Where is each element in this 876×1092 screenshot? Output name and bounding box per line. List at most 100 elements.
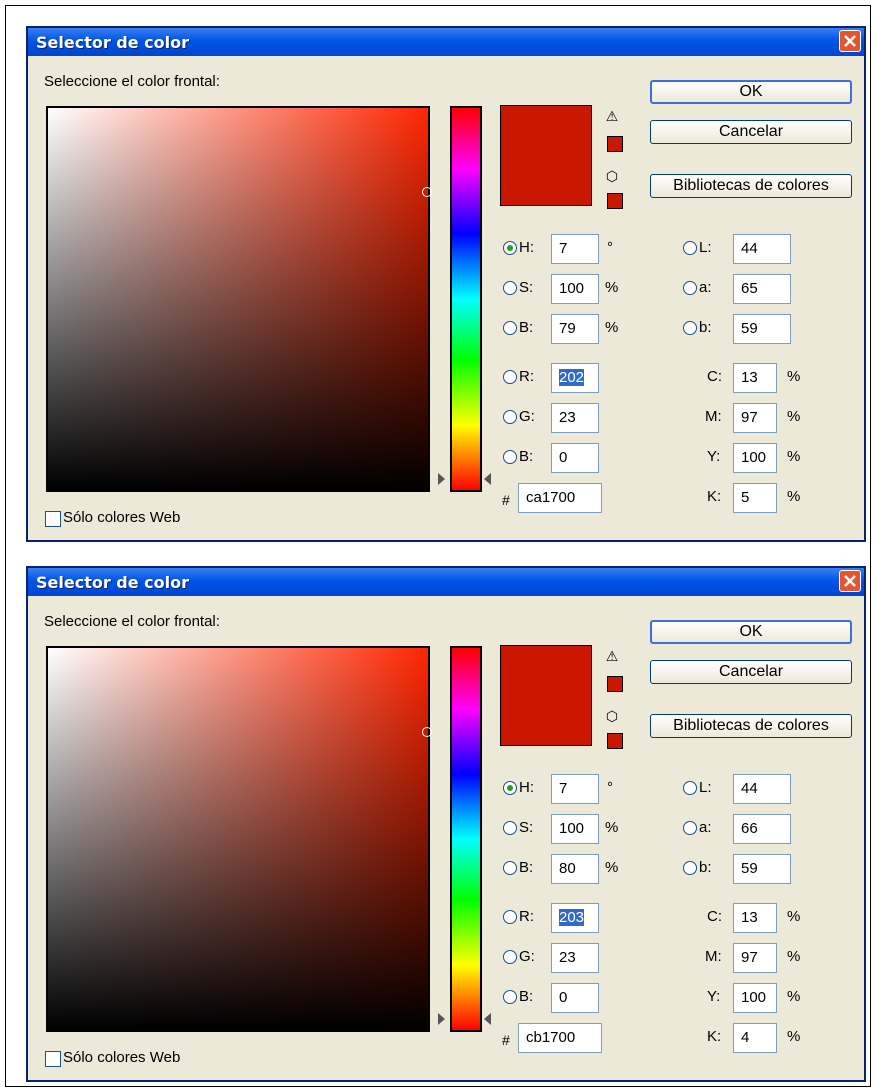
color-field[interactable]	[46, 106, 432, 492]
lab-b-radio[interactable]	[683, 321, 697, 335]
color-field-marker[interactable]	[422, 727, 432, 737]
hue-label: H:	[519, 239, 534, 256]
lightness-label: L:	[699, 779, 712, 796]
brightness-radio[interactable]	[503, 321, 517, 335]
red-input[interactable]: 203	[551, 903, 599, 933]
hue-slider[interactable]	[450, 106, 482, 492]
saturation-input[interactable]: 100	[551, 814, 599, 844]
hue-unit: °	[607, 239, 613, 256]
lab-b-input[interactable]: 59	[733, 854, 791, 884]
close-button[interactable]	[839, 570, 861, 592]
lab-a-label: a:	[699, 819, 712, 836]
magenta-unit: %	[787, 948, 801, 965]
color-libraries-button[interactable]: Bibliotecas de colores	[650, 714, 852, 738]
yellow-label: Y:	[707, 448, 721, 465]
black-label: K:	[707, 488, 722, 505]
lab-b-label: b:	[699, 319, 712, 336]
black-unit: %	[787, 1028, 801, 1045]
magenta-input[interactable]: 97	[733, 943, 777, 973]
magenta-label: M:	[705, 948, 722, 965]
ok-button[interactable]: OK	[650, 620, 852, 644]
title-bar[interactable]: Selector de color	[28, 28, 864, 56]
blue-input[interactable]: 0	[551, 443, 599, 473]
blue-label: B:	[519, 448, 534, 465]
green-input[interactable]: 23	[551, 943, 599, 973]
cyan-input[interactable]: 13	[733, 363, 777, 393]
hex-input[interactable]: cb1700	[518, 1023, 602, 1053]
blue-radio[interactable]	[503, 450, 517, 464]
hex-input[interactable]: ca1700	[518, 483, 602, 513]
yellow-input[interactable]: 100	[733, 443, 777, 473]
blue-input[interactable]: 0	[551, 983, 599, 1013]
lightness-radio[interactable]	[683, 781, 697, 795]
cyan-input[interactable]: 13	[733, 903, 777, 933]
magenta-input[interactable]: 97	[733, 403, 777, 433]
hue-radio[interactable]	[503, 781, 517, 795]
lab-a-radio[interactable]	[683, 821, 697, 835]
lab-a-input[interactable]: 66	[733, 814, 791, 844]
cancel-button[interactable]: Cancelar	[650, 120, 852, 144]
red-radio[interactable]	[503, 370, 517, 384]
hue-input[interactable]: 7	[551, 774, 599, 804]
green-input[interactable]: 23	[551, 403, 599, 433]
gamut-swatch[interactable]	[607, 676, 623, 692]
red-input[interactable]: 202	[551, 363, 599, 393]
brightness-input[interactable]: 80	[551, 854, 599, 884]
field-slider-arrow-icon[interactable]	[438, 473, 445, 485]
saturation-label: S:	[519, 819, 534, 836]
dialog-title: Selector de color	[36, 573, 190, 592]
lab-b-radio[interactable]	[683, 861, 697, 875]
cancel-button[interactable]: Cancelar	[650, 660, 852, 684]
red-value-selected: 203	[559, 909, 585, 926]
web-safe-cube-icon: ⬡	[605, 168, 619, 184]
gamut-warning-icon: ⚠	[605, 108, 619, 124]
brightness-input[interactable]: 79	[551, 314, 599, 344]
hue-slider-arrow-icon[interactable]	[484, 1013, 491, 1025]
green-label: G:	[519, 948, 535, 965]
brightness-label: B:	[519, 319, 534, 336]
gamut-swatch[interactable]	[607, 136, 623, 152]
ok-button[interactable]: OK	[650, 80, 852, 104]
green-radio[interactable]	[503, 950, 517, 964]
field-slider-arrow-icon[interactable]	[438, 1013, 445, 1025]
red-radio[interactable]	[503, 910, 517, 924]
yellow-input[interactable]: 100	[733, 983, 777, 1013]
web-safe-swatch[interactable]	[607, 193, 623, 209]
saturation-input[interactable]: 100	[551, 274, 599, 304]
saturation-radio[interactable]	[503, 821, 517, 835]
lab-b-input[interactable]: 59	[733, 314, 791, 344]
cyan-label: C:	[707, 908, 722, 925]
lightness-radio[interactable]	[683, 241, 697, 255]
black-input[interactable]: 4	[733, 1023, 777, 1053]
prompt-label: Seleccione el color frontal:	[44, 73, 220, 90]
hue-slider[interactable]	[450, 646, 482, 1032]
hue-slider-arrow-icon[interactable]	[484, 473, 491, 485]
color-field[interactable]	[46, 646, 432, 1032]
close-button[interactable]	[839, 30, 861, 52]
web-only-checkbox[interactable]	[45, 511, 61, 527]
magenta-label: M:	[705, 408, 722, 425]
color-libraries-button[interactable]: Bibliotecas de colores	[650, 174, 852, 198]
lightness-input[interactable]: 44	[733, 234, 791, 264]
color-field-marker[interactable]	[422, 187, 432, 197]
lab-b-label: b:	[699, 859, 712, 876]
red-label: R:	[519, 368, 534, 385]
hue-radio[interactable]	[503, 241, 517, 255]
hue-input[interactable]: 7	[551, 234, 599, 264]
lab-a-input[interactable]: 65	[733, 274, 791, 304]
hue-unit: °	[607, 779, 613, 796]
lightness-label: L:	[699, 239, 712, 256]
web-safe-swatch[interactable]	[607, 733, 623, 749]
web-only-checkbox[interactable]	[45, 1051, 61, 1067]
green-radio[interactable]	[503, 410, 517, 424]
saturation-radio[interactable]	[503, 281, 517, 295]
brightness-radio[interactable]	[503, 861, 517, 875]
title-bar[interactable]: Selector de color	[28, 568, 864, 596]
black-input[interactable]: 5	[733, 483, 777, 513]
color-swatch	[500, 645, 592, 746]
lab-a-label: a:	[699, 279, 712, 296]
lightness-input[interactable]: 44	[733, 774, 791, 804]
lab-a-radio[interactable]	[683, 281, 697, 295]
blue-radio[interactable]	[503, 990, 517, 1004]
color-picker-dialog: Selector de color Seleccione el color fr…	[26, 26, 866, 542]
